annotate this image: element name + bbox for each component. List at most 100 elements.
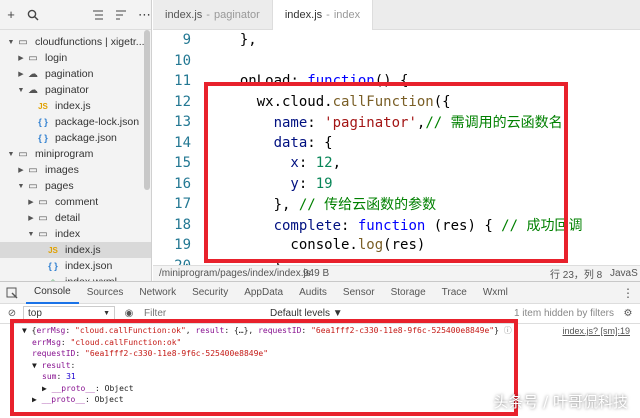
tree-item[interactable]: JS index.js bbox=[0, 242, 151, 258]
tab-audits[interactable]: Audits bbox=[291, 282, 335, 304]
code-token: , bbox=[332, 155, 342, 172]
eye-icon[interactable]: ◉ bbox=[121, 308, 137, 319]
tab-sources[interactable]: Sources bbox=[79, 282, 132, 304]
console-token: : bbox=[60, 337, 71, 347]
editor-tabs: index.js - paginator index.js - index bbox=[153, 0, 640, 30]
search-icon[interactable] bbox=[27, 8, 39, 22]
code-line[interactable]: 15 x: 12, bbox=[153, 153, 640, 174]
tab-storage[interactable]: Storage bbox=[383, 282, 434, 304]
code-line[interactable]: 16 y: 19 bbox=[153, 174, 640, 195]
tree-item[interactable]: ▶ ▭ comment bbox=[0, 194, 151, 210]
tab-network[interactable]: Network bbox=[131, 282, 184, 304]
more-tabs-icon[interactable]: ⋮ bbox=[620, 286, 636, 300]
watermark: 头条号 / 叶哥侃科技 bbox=[493, 393, 628, 411]
code-line[interactable]: 13 name: 'paginator',// 需调用的云函数名 bbox=[153, 112, 640, 133]
tree-item[interactable]: ▶ ▭ login bbox=[0, 50, 151, 66]
context-select[interactable]: top ▼ bbox=[23, 305, 115, 322]
chevron-down-icon[interactable]: ▼ bbox=[16, 87, 26, 94]
chevron-right-icon[interactable]: ▶ bbox=[16, 54, 26, 62]
collapse-all-icon[interactable] bbox=[92, 8, 104, 22]
folder-icon: ▭ bbox=[38, 228, 48, 240]
code-line[interactable]: 19 console.log(res) bbox=[153, 235, 640, 256]
editor-tab[interactable]: index.js - paginator bbox=[153, 0, 273, 30]
tree-item[interactable]: ▶ ☁ pagination bbox=[0, 66, 151, 82]
tree-item[interactable]: ▼ ▭ cloudfunctions | xigetr... bbox=[0, 34, 151, 50]
chevron-down-icon[interactable]: ▼ bbox=[26, 231, 36, 238]
chevron-right-icon[interactable]: ▶ bbox=[16, 70, 26, 78]
tree-item[interactable]: { } index.json bbox=[0, 258, 151, 274]
folder-icon: ▭ bbox=[18, 148, 28, 160]
console-line[interactable]: errMsg: "cloud.callFunction:ok" bbox=[0, 337, 640, 349]
console-line[interactable]: requestID: "6ea1fff2-c330-11e8-9f6c-5254… bbox=[0, 348, 640, 360]
line-number: 10 bbox=[174, 52, 191, 69]
line-number: 20 bbox=[153, 258, 191, 265]
code-line[interactable]: 11 onLoad: function() { bbox=[153, 71, 640, 92]
console-source-link[interactable]: index.js? [sm]:19 bbox=[562, 326, 630, 336]
tab-trace[interactable]: Trace bbox=[434, 282, 475, 304]
tab-dir-name: paginator bbox=[213, 9, 260, 21]
chevron-down-icon[interactable]: ▼ bbox=[16, 183, 26, 190]
tab-sensor[interactable]: Sensor bbox=[335, 282, 383, 304]
tab-security[interactable]: Security bbox=[184, 282, 236, 304]
status-cursor-position[interactable]: 行 23，列 8 bbox=[550, 266, 610, 281]
code-token: 'paginator' bbox=[324, 115, 417, 132]
tree-item[interactable]: ▶ ▭ detail bbox=[0, 210, 151, 226]
gear-icon[interactable]: ⚙ bbox=[620, 308, 636, 319]
inspect-icon[interactable] bbox=[4, 285, 20, 301]
console-line[interactable]: sum: 31 bbox=[0, 371, 640, 383]
code-text: onLoad: function() { bbox=[191, 73, 409, 90]
code-line[interactable]: 9 }, bbox=[153, 30, 640, 51]
tab-appdata[interactable]: AppData bbox=[236, 282, 291, 304]
console-token: ▶ bbox=[32, 395, 42, 405]
code-line[interactable]: 14 data: { bbox=[153, 133, 640, 154]
tree-item[interactable]: ▶ ▭ images bbox=[0, 162, 151, 178]
tree-item[interactable]: ◇index.wxml bbox=[0, 274, 151, 281]
line-number: 18 bbox=[174, 216, 191, 233]
code-text: console.log(res) bbox=[191, 237, 425, 253]
sort-icon[interactable] bbox=[115, 8, 127, 22]
tree-item-label: detail bbox=[55, 212, 81, 224]
console-line[interactable]: ▼ result: bbox=[0, 360, 640, 372]
code-token: : bbox=[298, 155, 316, 172]
filter-input[interactable] bbox=[140, 305, 240, 322]
code-area[interactable]: 9 }, 10 11 onLoad: function() {12 wx.cloud… bbox=[153, 30, 640, 265]
code-line[interactable]: 20 } bbox=[153, 256, 640, 265]
explorer-scrollbar[interactable] bbox=[144, 30, 150, 190]
code-line[interactable]: 17 }, // 传给云函数的参数 bbox=[153, 194, 640, 215]
tab-console[interactable]: Console bbox=[26, 282, 79, 304]
clear-console-icon[interactable]: ⊘ bbox=[4, 308, 20, 319]
editor-tab[interactable]: index.js - index bbox=[272, 0, 374, 30]
code-token: data bbox=[223, 134, 308, 151]
console-toolbar: ⊘ top ▼ ◉ Default levels ▼ 1 item hidden… bbox=[0, 304, 640, 324]
add-icon[interactable]: + bbox=[6, 8, 16, 22]
console-line[interactable]: ▼ {errMsg: "cloud.callFunction:ok", resu… bbox=[0, 325, 640, 337]
chevron-down-icon[interactable]: ▼ bbox=[6, 39, 16, 46]
chevron-down-icon[interactable]: ▼ bbox=[6, 151, 16, 158]
tree-item-label: cloudfunctions | xigetr... bbox=[35, 36, 145, 48]
code-line[interactable]: 18 complete: function (res) { // 成功回调 bbox=[153, 215, 640, 236]
tree-item[interactable]: { } package-lock.json bbox=[0, 114, 151, 130]
code-token: function bbox=[307, 73, 375, 90]
code-line[interactable]: 12 wx.cloud.callFunction({ bbox=[153, 92, 640, 113]
tree-item[interactable]: ▼ ▭ miniprogram bbox=[0, 146, 151, 162]
console-token: : Object bbox=[85, 395, 124, 405]
code-token: console. bbox=[223, 237, 358, 254]
code-line[interactable]: 10 bbox=[153, 51, 640, 72]
chevron-right-icon[interactable]: ▶ bbox=[26, 198, 36, 206]
console-token: : bbox=[65, 326, 76, 336]
tab-wxml[interactable]: Wxml bbox=[475, 282, 516, 304]
more-icon[interactable]: ⋯ bbox=[138, 8, 151, 22]
line-number: 9 bbox=[182, 32, 191, 49]
status-language[interactable]: JavaS bbox=[610, 268, 640, 279]
tree-item[interactable]: ▼ ☁ paginator bbox=[0, 82, 151, 98]
tree-item[interactable]: ▼ ▭ pages bbox=[0, 178, 151, 194]
folder-icon: ▭ bbox=[28, 180, 38, 192]
tree-item-label: index.js bbox=[65, 244, 101, 256]
tree-item[interactable]: JS index.js bbox=[0, 98, 151, 114]
chevron-right-icon[interactable]: ▶ bbox=[26, 214, 36, 222]
chevron-right-icon[interactable]: ▶ bbox=[16, 166, 26, 174]
tree-item[interactable]: { } package.json bbox=[0, 130, 151, 146]
log-levels-dropdown[interactable]: Default levels ▼ bbox=[270, 308, 343, 319]
tree-item[interactable]: ▼ ▭ index bbox=[0, 226, 151, 242]
tab-file-name: index.js bbox=[165, 9, 203, 21]
